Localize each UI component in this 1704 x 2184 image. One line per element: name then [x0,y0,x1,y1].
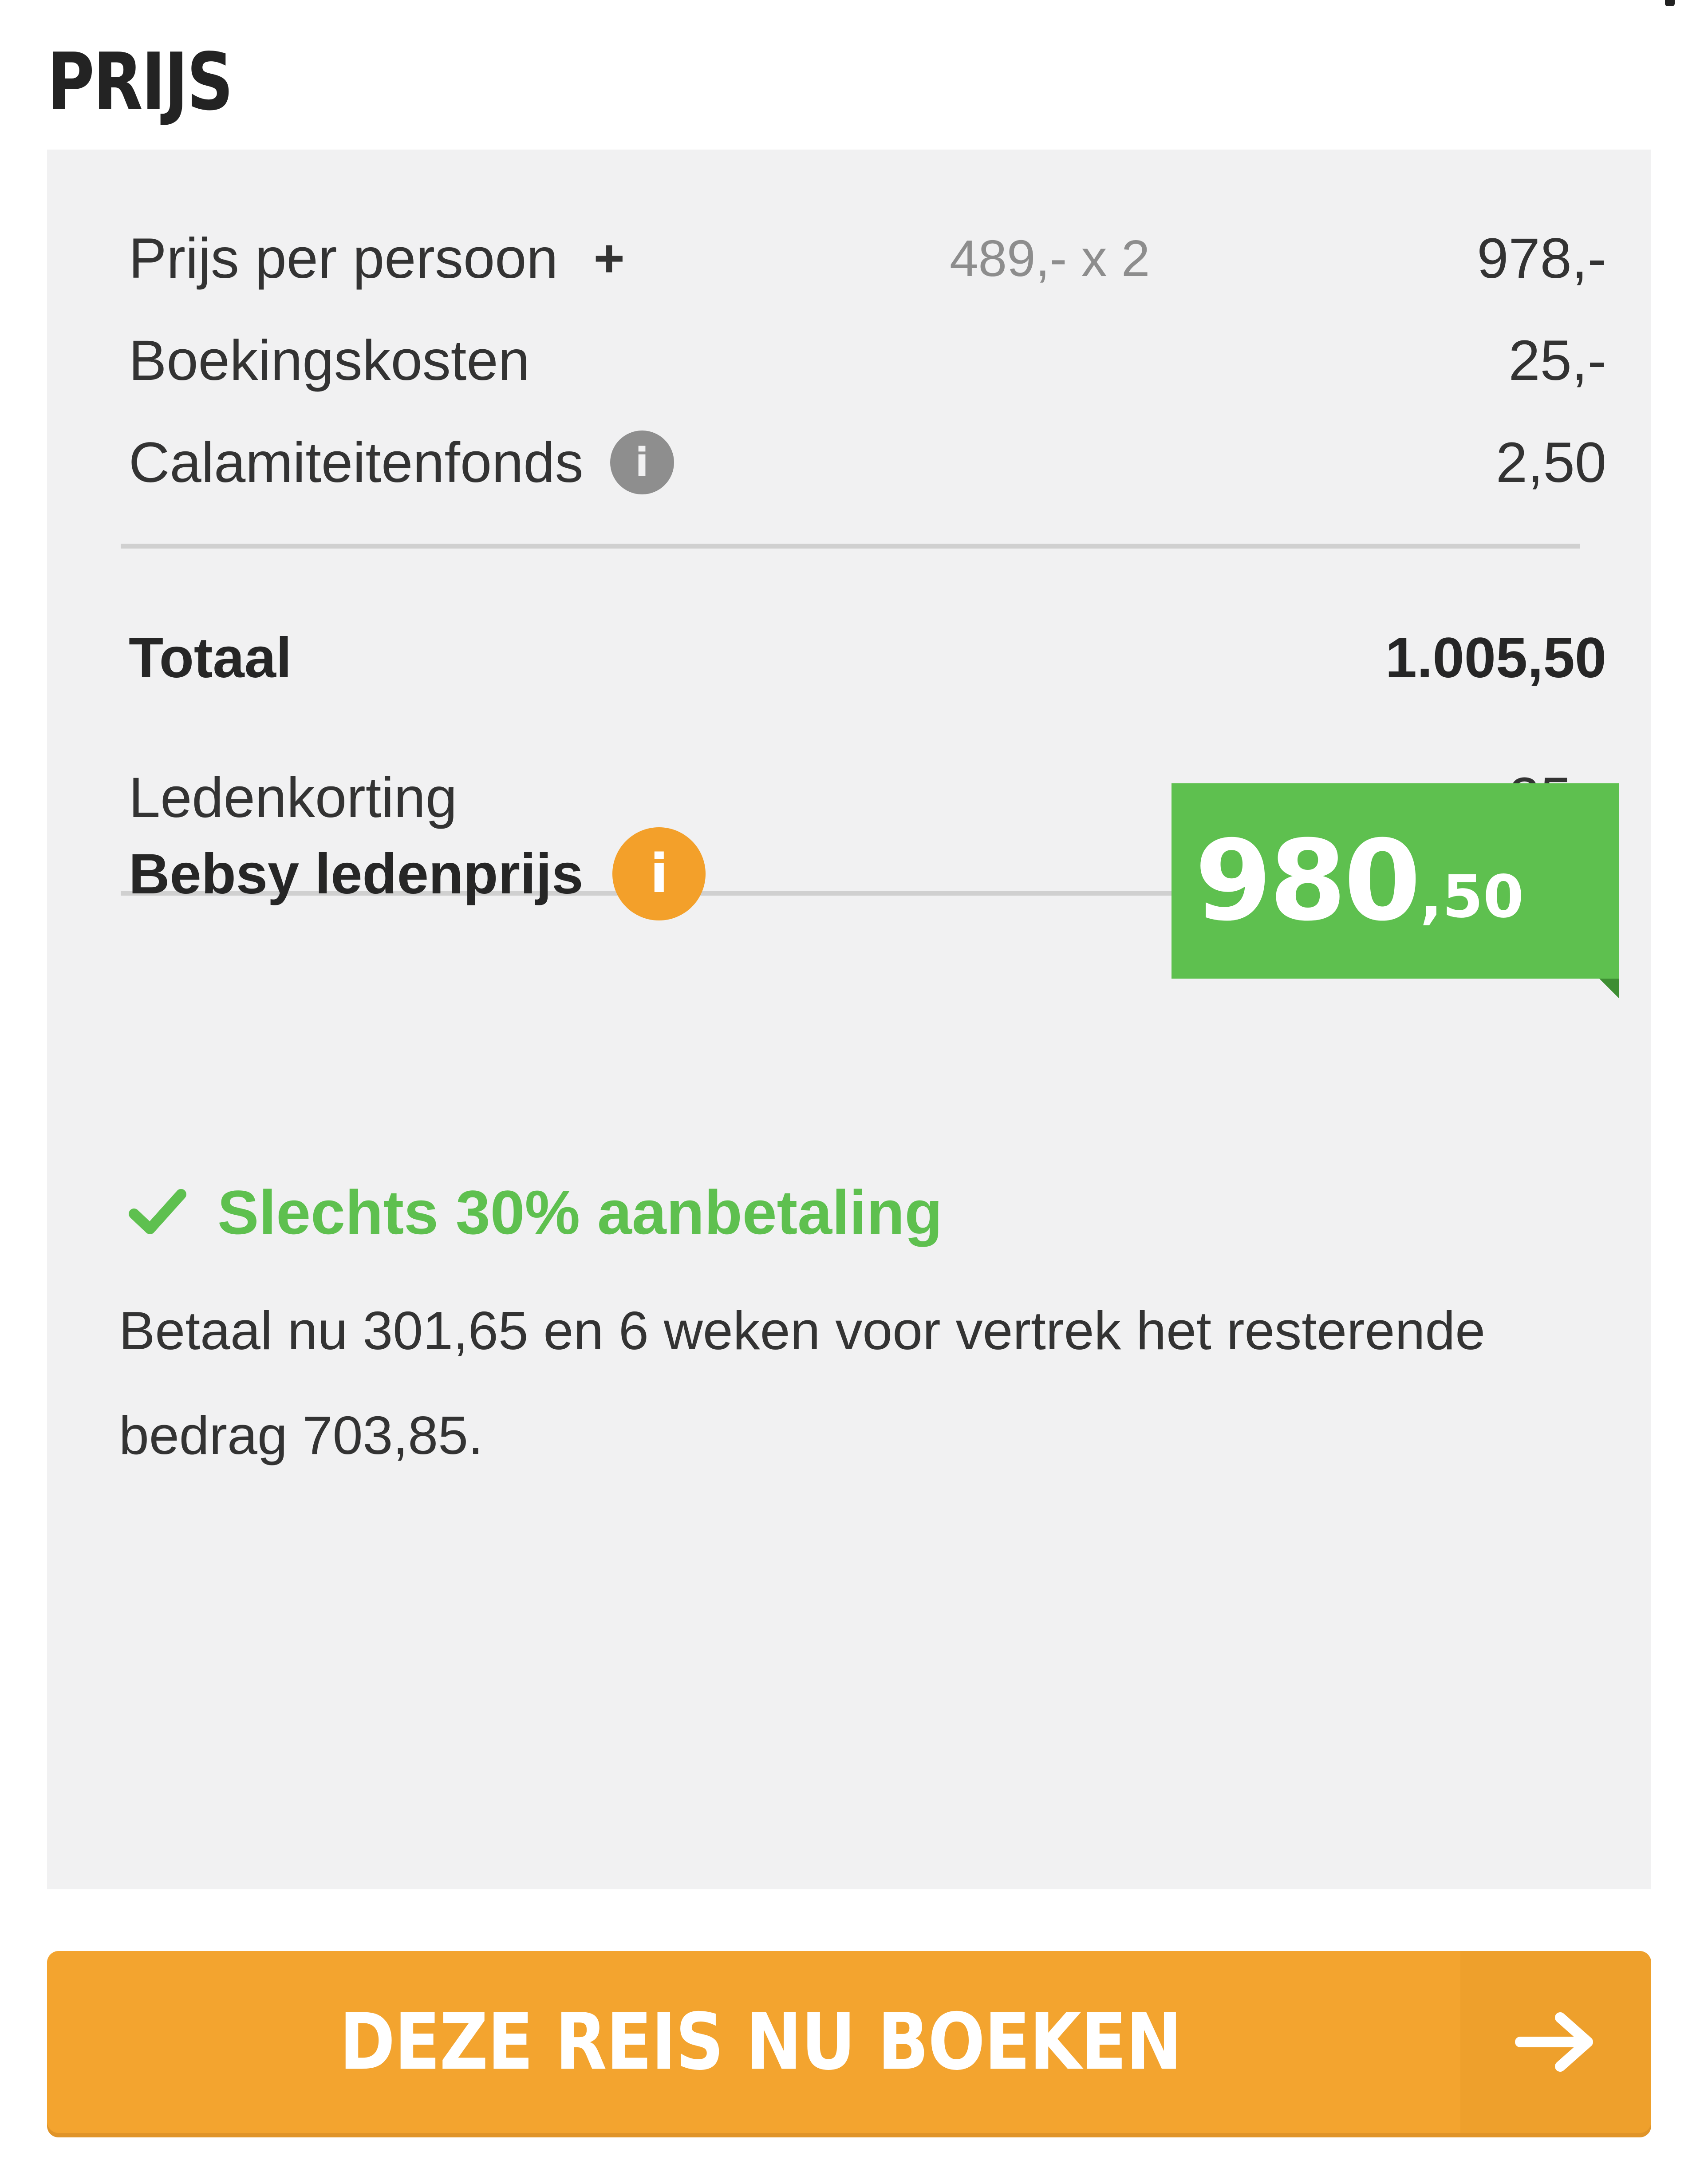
price-line-label-wrap: Calamiteitenfonds i [129,430,674,495]
price-line-booking-costs: Boekingskosten 25,- [129,320,1606,400]
member-price-row: Bebsy ledenprijs i [129,816,706,932]
section-title: PRIJS [47,36,233,128]
price-panel: Prijs per persoon + 489,- x 2 978,- Boek… [47,150,1651,1889]
price-line-label-wrap: Prijs per persoon + [129,226,625,291]
check-icon [129,1189,186,1234]
price-line-amount: 25,- [1508,328,1606,392]
price-line-label: Prijs per persoon [129,226,558,290]
deposit-text: Betaal nu 301,65 en 6 weken voor vertrek… [119,1300,1486,1465]
price-line-label: Calamiteitenfonds [129,430,584,494]
corner-mark [1665,0,1675,6]
total-amount: 1.005,50 [1385,626,1606,690]
member-price-main: 980 [1195,816,1421,945]
info-icon[interactable]: i [610,430,674,494]
book-trip-label: DEZE REIS NU BOEKEN [339,1996,1182,2088]
price-line-calamity-fund: Calamiteitenfonds i 2,50 [129,423,1606,502]
plus-icon[interactable]: + [594,228,625,289]
divider [121,544,1580,549]
price-line-amount: 978,- [1477,226,1606,290]
price-line-detail: 489,- x 2 [950,229,1150,287]
deposit-heading-text: Slechts 30% aanbetaling [217,1177,943,1247]
member-price-label: Bebsy ledenprijs [129,842,584,906]
total-label: Totaal [129,626,292,690]
deposit-heading: Slechts 30% aanbetaling [129,1177,943,1248]
info-icon[interactable]: i [612,827,706,920]
price-line-label: Boekingskosten [129,328,530,392]
price-line-per-person: Prijs per persoon + 489,- x 2 978,- [129,218,1606,298]
price-line-amount: 2,50 [1495,430,1606,494]
member-price-badge: 980 ,50 [1172,783,1619,998]
member-price-cents: ,50 [1420,863,1524,931]
arrow-area [1460,1951,1651,2133]
total-row: Totaal 1.005,50 [129,618,1606,698]
book-trip-button[interactable]: DEZE REIS NU BOEKEN [47,1951,1651,2133]
arrow-right-icon [1515,2012,1593,2072]
